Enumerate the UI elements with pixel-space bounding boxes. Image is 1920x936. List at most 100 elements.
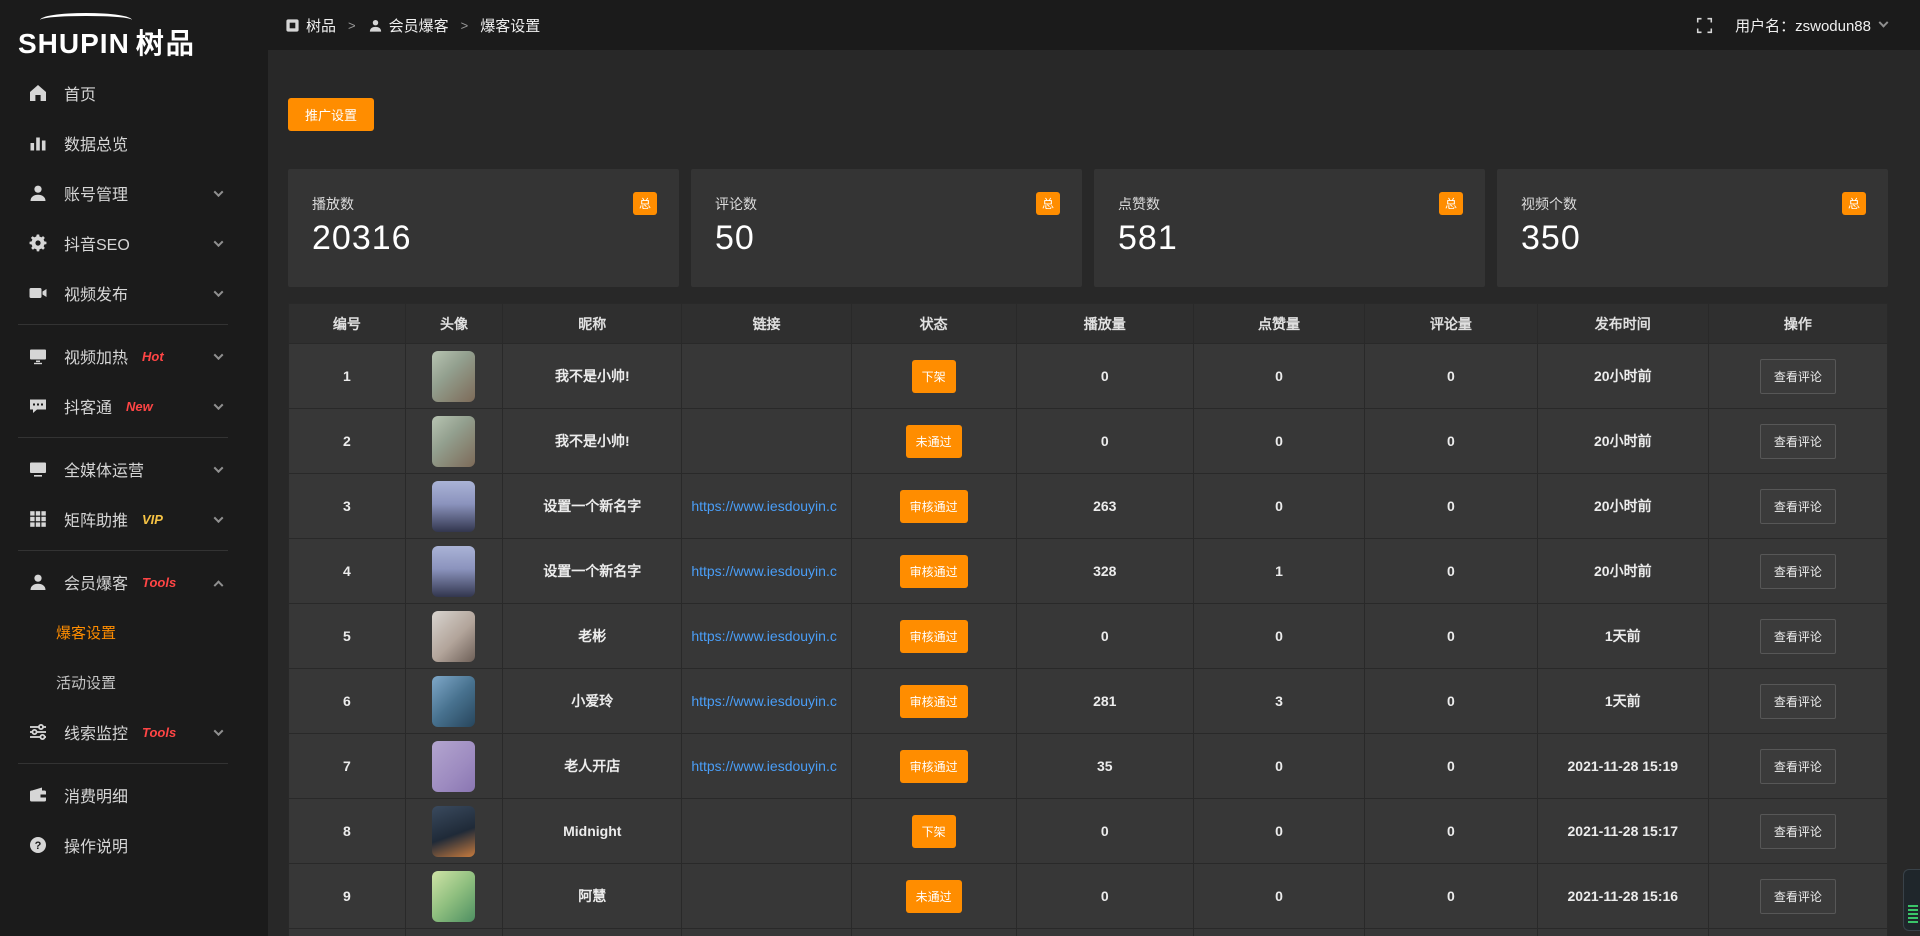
chevron-down-icon xyxy=(214,513,224,523)
stat-card-value: 350 xyxy=(1521,219,1866,258)
sidebar-item-home[interactable]: 首页 xyxy=(0,68,268,118)
sidebar-item-video-publish[interactable]: 视频发布 xyxy=(0,268,268,318)
sidebar-item-data-overview[interactable]: 数据总览 xyxy=(0,118,268,168)
sidebar-item-douyin-seo[interactable]: 抖音SEO xyxy=(0,218,268,268)
cell-number: 3 xyxy=(289,474,406,539)
sidebar-item-account-management[interactable]: 账号管理 xyxy=(0,168,268,218)
cell-status: 审核通过 xyxy=(851,474,1016,539)
sidebar-item-label: 视频发布 xyxy=(64,281,128,305)
sidebar: SHUPIN树品 首页 数据总览 账号管理 抖音SEO 视频发布 视频加热 xyxy=(0,0,268,936)
view-comments-button[interactable]: 查看评论 xyxy=(1760,489,1836,524)
table-row: 1 我不是小帅! 下架 0 0 0 20小时前 查看评论 xyxy=(289,344,1888,409)
chevron-down-icon xyxy=(214,237,224,247)
view-comments-button[interactable]: 查看评论 xyxy=(1760,684,1836,719)
video-link[interactable]: https://www.iesdouyin.c xyxy=(691,498,848,514)
avatar xyxy=(432,871,475,922)
view-comments-button[interactable]: 查看评论 xyxy=(1760,619,1836,654)
username-label: 用户名：zswodun88 xyxy=(1735,15,1871,36)
table-header-cell: 链接 xyxy=(682,304,851,344)
video-link[interactable]: https://www.iesdouyin.c xyxy=(691,628,848,644)
sidebar-item-member-baoke[interactable]: 会员爆客 Tools xyxy=(0,557,268,607)
view-comments-button[interactable]: 查看评论 xyxy=(1760,814,1836,849)
sidebar-subitem-activity-settings[interactable]: 活动设置 xyxy=(0,657,268,707)
view-comments-button[interactable]: 查看评论 xyxy=(1760,879,1836,914)
cell-likes: 0 xyxy=(1193,409,1364,474)
promotion-settings-button[interactable]: 推广设置 xyxy=(288,98,374,131)
cell-likes: 0 xyxy=(1193,474,1364,539)
stat-card-value: 20316 xyxy=(312,219,657,258)
view-comments-button[interactable]: 查看评论 xyxy=(1760,424,1836,459)
avatar xyxy=(432,741,475,792)
chat-icon xyxy=(28,396,48,416)
cell-link: https://www.iesdouyin.c xyxy=(682,474,851,539)
cell-link xyxy=(682,344,851,409)
table-row: 3 设置一个新名字 https://www.iesdouyin.c 审核通过 2… xyxy=(289,474,1888,539)
total-badge: 总 xyxy=(633,192,657,215)
cell-action: 查看评论 xyxy=(1708,344,1887,409)
sidebar-divider xyxy=(18,437,228,438)
sidebar-item-clue-monitor[interactable]: 线索监控 Tools xyxy=(0,707,268,757)
cell-likes xyxy=(1193,929,1364,936)
cell-number: 7 xyxy=(289,734,406,799)
cell-likes: 0 xyxy=(1193,344,1364,409)
video-link[interactable]: https://www.iesdouyin.c xyxy=(691,758,848,774)
cell-avatar xyxy=(405,344,503,409)
video-link[interactable]: https://www.iesdouyin.c xyxy=(691,693,848,709)
table-header-cell: 昵称 xyxy=(503,304,682,344)
sidebar-item-label: 首页 xyxy=(64,81,96,105)
cell-action: 查看评论 xyxy=(1708,799,1887,864)
breadcrumb-separator: > xyxy=(348,18,356,33)
stat-card-label: 播放数 xyxy=(312,194,657,214)
table-header-row: 编号头像昵称链接状态播放量点赞量评论量发布时间操作 xyxy=(289,304,1888,344)
cell-plays: 0 xyxy=(1016,864,1193,929)
new-tag: New xyxy=(126,399,153,414)
breadcrumb-item-baoke-settings[interactable]: 爆客设置 xyxy=(480,15,540,36)
sidebar-item-operation-guide[interactable]: ? 操作说明 xyxy=(0,820,268,870)
stat-card: 视频个数 350 总 xyxy=(1497,169,1888,287)
cell-likes: 0 xyxy=(1193,604,1364,669)
chevron-up-icon xyxy=(214,580,224,590)
logo-text-cn: 树品 xyxy=(136,28,196,59)
sidebar-divider xyxy=(18,763,228,764)
avatar xyxy=(432,611,475,662)
breadcrumb-item-shupin[interactable]: 树品 xyxy=(285,15,336,36)
svg-text:?: ? xyxy=(35,840,42,852)
cell-avatar xyxy=(405,799,503,864)
widget-green-bars xyxy=(1908,903,1918,923)
view-comments-button[interactable]: 查看评论 xyxy=(1760,749,1836,784)
breadcrumb-item-member-baoke[interactable]: 会员爆客 xyxy=(368,15,449,36)
sidebar-item-label: 矩阵助推 xyxy=(64,507,128,531)
sidebar-item-allmedia-operation[interactable]: 全媒体运营 xyxy=(0,444,268,494)
fullscreen-icon[interactable] xyxy=(1696,17,1713,34)
sidebar-item-douketong[interactable]: 抖客通 New xyxy=(0,381,268,431)
cell-comments: 0 xyxy=(1365,474,1538,539)
view-comments-button[interactable]: 查看评论 xyxy=(1760,359,1836,394)
status-badge: 未通过 xyxy=(906,425,962,458)
status-badge: 下架 xyxy=(912,815,956,848)
stat-card: 播放数 20316 总 xyxy=(288,169,679,287)
cell-plays: 0 xyxy=(1016,409,1193,474)
sidebar-item-consumption-details[interactable]: 消费明细 xyxy=(0,770,268,820)
sidebar-divider xyxy=(18,550,228,551)
status-badge: 审核通过 xyxy=(900,750,968,783)
sidebar-subitem-baoke-settings[interactable]: 爆客设置 xyxy=(0,607,268,657)
help-icon: ? xyxy=(28,835,48,855)
user-menu[interactable]: 用户名：zswodun88 xyxy=(1735,15,1887,36)
sidebar-item-label: 全媒体运营 xyxy=(64,457,144,481)
cell-number: 8 xyxy=(289,799,406,864)
view-comments-button[interactable]: 查看评论 xyxy=(1760,554,1836,589)
cell-time xyxy=(1537,929,1708,936)
home-icon xyxy=(28,83,48,103)
total-badge: 总 xyxy=(1842,192,1866,215)
video-link[interactable]: https://www.iesdouyin.c xyxy=(691,563,848,579)
table-row xyxy=(289,929,1888,936)
avatar xyxy=(432,351,475,402)
cell-nickname: Midnight xyxy=(503,799,682,864)
hot-tag: Hot xyxy=(142,349,164,364)
monitor-icon xyxy=(28,346,48,366)
sidebar-item-matrix-boost[interactable]: 矩阵助推 VIP xyxy=(0,494,268,544)
floating-widget[interactable] xyxy=(1903,869,1920,931)
content: 推广设置 播放数 20316 总 评论数 50 总 点赞数 581 总 视频个数… xyxy=(268,50,1920,936)
sidebar-item-video-heating[interactable]: 视频加热 Hot xyxy=(0,331,268,381)
cell-plays: 0 xyxy=(1016,799,1193,864)
